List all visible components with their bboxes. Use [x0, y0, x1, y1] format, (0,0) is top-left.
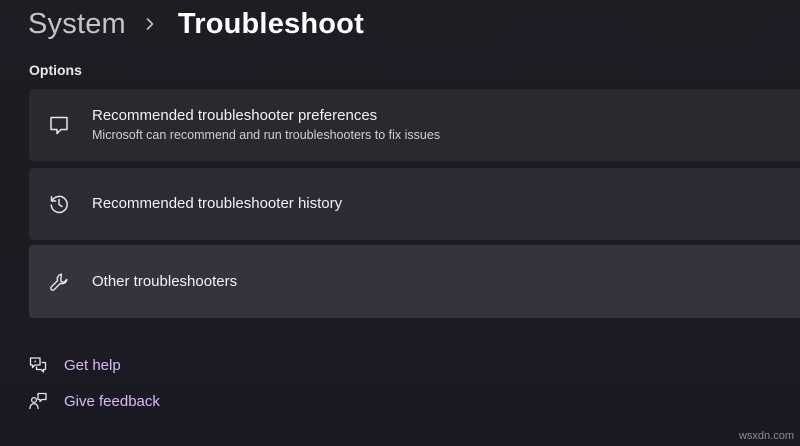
breadcrumb: System Troubleshoot — [28, 2, 364, 46]
options-section-label: Options — [29, 62, 82, 78]
get-help-label[interactable]: Get help — [64, 357, 121, 374]
recommended-preferences-card[interactable]: Recommended troubleshooter preferences M… — [29, 89, 800, 161]
breadcrumb-system-link[interactable]: System — [28, 8, 126, 41]
card-title: Other troubleshooters — [92, 272, 238, 290]
recommended-history-card[interactable]: Recommended troubleshooter history — [29, 168, 800, 240]
card-title: Recommended troubleshooter preferences — [92, 107, 378, 124]
page-title: Troubleshoot — [177, 7, 364, 40]
history-icon — [47, 192, 71, 216]
card-subtitle: Microsoft can recommend and run troubles… — [92, 128, 441, 142]
chat-bubble-icon — [47, 113, 71, 137]
give-feedback-label[interactable]: Give feedback — [64, 393, 160, 410]
other-troubleshooters-card[interactable]: Other troubleshooters — [29, 245, 800, 318]
feedback-icon — [28, 391, 48, 411]
wrench-icon — [47, 270, 71, 294]
watermark-text: wsxdn.com — [738, 430, 794, 442]
card-title: Recommended troubleshooter history — [92, 195, 343, 212]
give-feedback-link[interactable]: Give feedback — [28, 390, 160, 412]
get-help-link[interactable]: Get help — [28, 354, 121, 376]
chevron-right-icon — [142, 16, 158, 32]
help-chat-icon — [28, 355, 48, 375]
